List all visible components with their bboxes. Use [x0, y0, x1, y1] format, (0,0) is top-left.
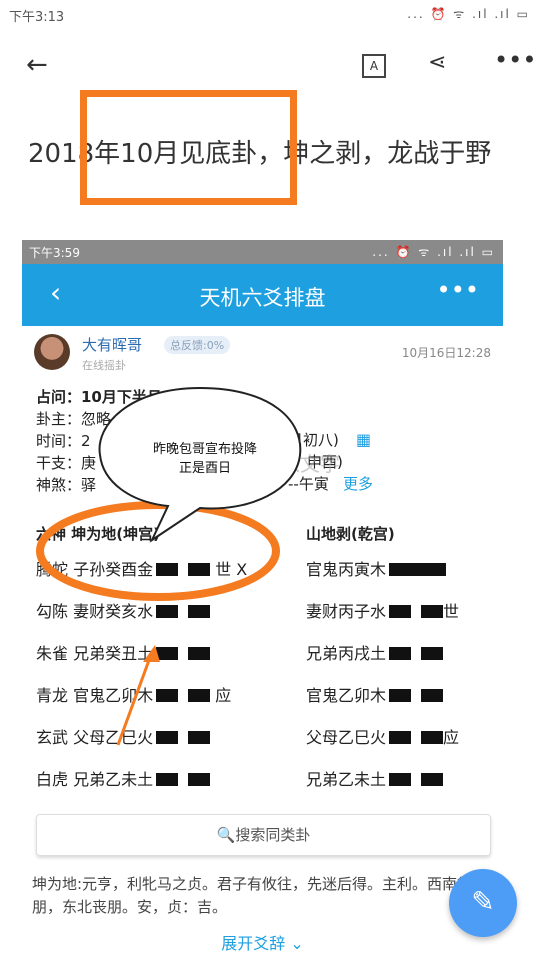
right-row: 官鬼乙卯木: [306, 682, 444, 706]
back-arrow-icon[interactable]: ←: [26, 50, 48, 80]
app-title: 天机六爻排盘: [199, 286, 326, 310]
row-text: 妻财丙子水: [306, 602, 387, 621]
yao-bar: [389, 731, 412, 744]
edit-icon: ✎: [471, 885, 495, 918]
row-mark: 应: [443, 728, 460, 747]
yao-bar: [188, 689, 211, 702]
row-text: 玄武 父母乙巳火: [36, 728, 154, 747]
row-text: 青龙 官鬼乙卯木: [36, 686, 154, 705]
left-row: 青龙 官鬼乙卯木 应: [36, 682, 231, 706]
left-row: 勾陈 妻财癸亥水: [36, 598, 211, 622]
status-bar: 下午3:13 ... ⏰ ᯤ .ıl .ıl ▭: [0, 0, 540, 30]
yao-bar: [156, 689, 179, 702]
yao-bar: [188, 605, 211, 618]
row-text: 朱雀 兄弟癸丑土: [36, 644, 154, 663]
embedded-status-time: 下午3:59: [29, 246, 80, 260]
yao-bar: [188, 563, 211, 576]
right-row: 兄弟丙戌土: [306, 640, 444, 664]
bubble-line: 正是酉日: [178, 461, 231, 476]
top-toolbar: ← A ⋖ •••: [0, 40, 540, 90]
yao-bar: [188, 773, 211, 786]
yao-bar: [421, 605, 444, 618]
post-date: 10月16日12:28: [401, 346, 491, 360]
yao-bar: [156, 773, 179, 786]
yao-bar: [156, 605, 179, 618]
yao-bar: [389, 605, 412, 618]
right-row: 兄弟乙未土: [306, 766, 444, 790]
yao-bar: [389, 689, 412, 702]
row-text: 腾蛇 子孙癸酉金: [36, 560, 154, 579]
feedback-badge: 总反馈:0%: [164, 336, 231, 354]
yao-bar: [188, 647, 211, 660]
gua-zhu-line: 卦主：忽略: [36, 410, 112, 428]
row-text: 白虎 兄弟乙未土: [36, 770, 154, 789]
left-row: 朱雀 兄弟癸丑土: [36, 640, 211, 664]
bubble-line: 昨晚包哥宣布投降: [152, 442, 257, 457]
right-row: 官鬼丙寅木: [306, 556, 447, 580]
row-mark: 世: [443, 602, 460, 621]
yao-bar: [421, 647, 444, 660]
gua-text: 坤为地:元亨，利牝马之贞。君子有攸往，先迷后得。主利。西南得朋，东北丧朋。安，贞…: [32, 875, 473, 916]
share-icon[interactable]: ⋖: [428, 50, 446, 75]
left-gua-title: 六神 坤为地(坤宫): [36, 525, 160, 543]
user-name: 大有晖哥: [82, 336, 143, 354]
left-row: 腾蛇 子孙癸酉金 世 X: [36, 556, 247, 580]
yao-bar: [156, 563, 179, 576]
embedded-screenshot: 下午3:59 ... ⏰ ᯤ .ıl .ıl ▭ ‹ 天机六爻排盘 ••• 大有…: [22, 240, 503, 960]
right-row: 父母乙巳火 应: [306, 724, 459, 748]
highlight-box: [80, 90, 297, 205]
time-line-tail: 月初八): [288, 431, 339, 449]
user-row: 大有晖哥 总反馈:0% 在线摇卦 10月16日12:28: [22, 326, 503, 378]
yao-bar: [389, 773, 412, 786]
status-icons: ... ⏰ ᯤ .ıl .ıl ▭: [407, 7, 530, 21]
yao-bar: [421, 731, 444, 744]
expand-yao-text-link: 展开爻辞 ⌄: [221, 934, 304, 953]
avatar: [34, 334, 70, 370]
row-text: 官鬼乙卯木: [306, 686, 387, 705]
embedded-status-bar: 下午3:59 ... ⏰ ᯤ .ıl .ıl ▭: [22, 240, 503, 264]
yao-bar: [421, 689, 444, 702]
question-line: 占问：10月下半月: [36, 388, 162, 406]
left-row: 白虎 兄弟乙未土: [36, 766, 211, 790]
row-text: 父母乙巳火: [306, 728, 387, 747]
translate-icon[interactable]: A: [362, 54, 386, 78]
yao-bar: [156, 647, 179, 660]
calendar-icon: ▦: [356, 430, 372, 449]
row-mark: 应: [215, 686, 232, 705]
bubble-text: 昨晚包哥宣布投降 正是酉日: [120, 440, 290, 478]
more-icon[interactable]: •••: [494, 46, 536, 74]
app-header: ‹ 天机六爻排盘 •••: [22, 264, 503, 326]
more-icon: •••: [436, 276, 479, 304]
yao-bar: [188, 731, 211, 744]
left-row: 玄武 父母乙巳火: [36, 724, 211, 748]
yao-bar: [389, 647, 412, 660]
right-row: 妻财丙子水 世: [306, 598, 459, 622]
row-text: 兄弟丙戌土: [306, 644, 387, 663]
yao-bar: [156, 731, 179, 744]
edit-fab-button[interactable]: ✎: [449, 869, 517, 937]
row-text: 兄弟乙未土: [306, 770, 387, 789]
user-status: 在线摇卦: [82, 359, 126, 372]
row-mark: 世 X: [215, 560, 248, 579]
row-text: 官鬼丙寅木: [306, 560, 387, 579]
row-text: 勾陈 妻财癸亥水: [36, 602, 154, 621]
more-link: 更多: [343, 475, 374, 493]
yao-bar: [389, 563, 447, 576]
right-gua-title: 山地剥(乾宫): [306, 525, 395, 543]
search-similar-button: 🔍搜索同类卦: [36, 814, 491, 856]
status-time: 下午3:13: [9, 10, 65, 25]
embedded-status-icons: ... ⏰ ᯤ .ıl .ıl ▭: [372, 245, 495, 259]
yao-bar: [421, 773, 444, 786]
